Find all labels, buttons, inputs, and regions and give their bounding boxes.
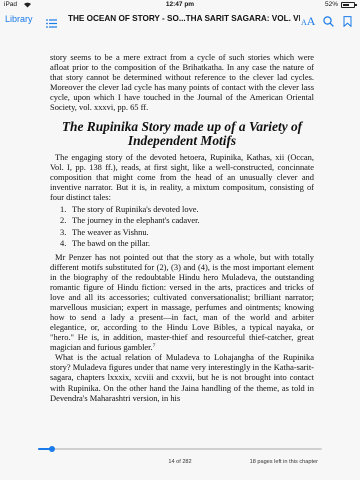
scrubber-track bbox=[38, 448, 322, 450]
library-button[interactable]: Library bbox=[5, 14, 33, 24]
list-text: The bawd on the pillar. bbox=[72, 238, 151, 249]
scrubber-handle[interactable] bbox=[49, 446, 56, 452]
body-paragraph: The engaging story of the devoted hetoer… bbox=[50, 151, 314, 202]
list-item: 2. The journey in the elephant's cadaver. bbox=[50, 215, 314, 227]
paragraph-text: Mr Penzer has not pointed out that the s… bbox=[50, 251, 314, 353]
list-number: 3. bbox=[60, 226, 67, 237]
footnote-marker[interactable]: 7 bbox=[153, 343, 156, 350]
body-paragraph: What is the actual relation of Muladeva … bbox=[50, 352, 314, 403]
reader-toolbar: Library THE OCEAN OF STORY - SO...THA SA… bbox=[0, 10, 360, 30]
list-item: 1. The story of Rupinika's devoted love. bbox=[50, 204, 314, 216]
list-text: The weaver as Vishnu. bbox=[72, 226, 149, 237]
clock-time: 12:47 pm bbox=[165, 1, 195, 8]
font-big-label: A bbox=[306, 14, 316, 28]
search-icon[interactable] bbox=[323, 14, 334, 27]
section-heading: The Rupinika Story made up of a Variety … bbox=[61, 119, 303, 149]
list-item: 4. The bawd on the pillar. bbox=[50, 238, 314, 250]
bookmark-icon[interactable] bbox=[343, 14, 352, 28]
page-scrubber[interactable] bbox=[38, 446, 322, 452]
table-of-contents-icon[interactable] bbox=[46, 15, 57, 28]
battery-icon bbox=[341, 2, 357, 8]
book-title: THE OCEAN OF STORY - SO...THA SARIT SAGA… bbox=[68, 14, 300, 23]
body-paragraph: Mr Penzer has not pointed out that the s… bbox=[50, 252, 314, 352]
tale-list: 1. The story of Rupinika's devoted love. … bbox=[50, 204, 314, 250]
font-size-icon[interactable]: AA bbox=[301, 12, 315, 30]
intro-paragraph: story seems to be a mere extract from a … bbox=[50, 52, 314, 113]
pages-left-label: 18 pages left in this chapter bbox=[249, 459, 318, 465]
status-bar: iPad 12:47 pm 52% bbox=[0, 0, 360, 10]
list-text: The story of Rupinika's devoted love. bbox=[72, 203, 199, 214]
list-text: The journey in the elephant's cadaver. bbox=[72, 215, 200, 226]
battery-percent: 52% bbox=[324, 1, 338, 8]
list-number: 4. bbox=[60, 238, 67, 249]
book-page: story seems to be a mere extract from a … bbox=[50, 52, 314, 403]
list-number: 2. bbox=[60, 215, 67, 226]
list-number: 1. bbox=[60, 203, 67, 214]
list-item: 3. The weaver as Vishnu. bbox=[50, 227, 314, 239]
